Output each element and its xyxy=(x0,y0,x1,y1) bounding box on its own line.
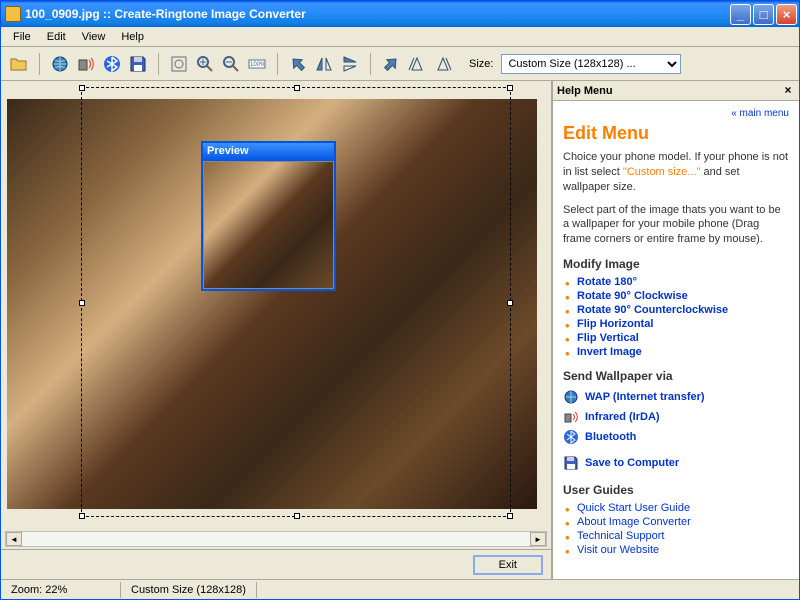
close-button[interactable]: × xyxy=(776,4,797,25)
handle-sw[interactable] xyxy=(79,513,85,519)
handle-e[interactable] xyxy=(507,300,513,306)
zoom-out-icon[interactable] xyxy=(219,52,243,76)
menu-edit[interactable]: Edit xyxy=(39,29,74,45)
toolbar: 100% Size: Custom Size (128x128) ... xyxy=(1,47,799,81)
wap-globe-icon[interactable] xyxy=(48,52,72,76)
disk-icon xyxy=(563,455,579,471)
menubar: File Edit View Help xyxy=(1,27,799,47)
size-label: Size: xyxy=(469,58,493,70)
help-heading: Edit Menu xyxy=(563,123,789,144)
bluetooth-small-icon xyxy=(563,429,579,445)
website-link[interactable]: Visit our Website xyxy=(577,544,659,556)
handle-se[interactable] xyxy=(507,513,513,519)
main-menu-link[interactable]: « main menu xyxy=(731,108,789,119)
skew-h-icon[interactable] xyxy=(405,52,429,76)
preview-image xyxy=(203,161,334,289)
bluetooth-icon[interactable] xyxy=(100,52,124,76)
titlebar[interactable]: 100_0909.jpg :: Create-Ringtone Image Co… xyxy=(1,1,799,27)
open-file-icon[interactable] xyxy=(7,52,31,76)
exit-button[interactable]: Exit xyxy=(473,555,543,575)
flip-v-icon[interactable] xyxy=(338,52,362,76)
h-scrollbar[interactable]: ◄ ► xyxy=(5,531,547,547)
help-panel: Help Menu × « main menu Edit Menu Choice… xyxy=(551,81,799,579)
rotate-right-icon[interactable] xyxy=(379,52,403,76)
help-close-icon[interactable]: × xyxy=(781,84,795,98)
modify-heading: Modify Image xyxy=(563,257,789,271)
bluetooth-link[interactable]: Bluetooth xyxy=(585,431,636,443)
app-icon xyxy=(5,6,21,22)
status-zoom: Zoom: 22% xyxy=(1,582,121,598)
globe-icon xyxy=(563,389,579,405)
irda-icon xyxy=(563,409,579,425)
about-link[interactable]: About Image Converter xyxy=(577,516,691,528)
handle-w[interactable] xyxy=(79,300,85,306)
wap-link[interactable]: WAP (Internet transfer) xyxy=(585,391,705,403)
flip-h-icon[interactable] xyxy=(312,52,336,76)
infrared-icon[interactable] xyxy=(74,52,98,76)
modify-list: Rotate 180° Rotate 90° Clockwise Rotate … xyxy=(563,275,789,359)
zoom-fit-icon[interactable] xyxy=(167,52,191,76)
size-select[interactable]: Custom Size (128x128) ... xyxy=(501,54,681,74)
maximize-button[interactable]: □ xyxy=(753,4,774,25)
menu-view[interactable]: View xyxy=(74,29,114,45)
help-title: Help Menu xyxy=(557,85,613,97)
save-link[interactable]: Save to Computer xyxy=(585,457,679,469)
scroll-left-icon[interactable]: ◄ xyxy=(6,532,22,546)
rotate-90-ccw-link[interactable]: Rotate 90° Counterclockwise xyxy=(577,304,728,316)
rotate-180-link[interactable]: Rotate 180° xyxy=(577,276,637,288)
zoom-in-icon[interactable] xyxy=(193,52,217,76)
flip-horizontal-link[interactable]: Flip Horizontal xyxy=(577,318,653,330)
statusbar: Zoom: 22% Custom Size (128x128) xyxy=(1,579,799,599)
menu-help[interactable]: Help xyxy=(113,29,152,45)
zoom-100-icon[interactable]: 100% xyxy=(245,52,269,76)
canvas-area[interactable]: Preview xyxy=(1,81,551,529)
help-paragraph-2: Select part of the image thats you want … xyxy=(563,203,789,248)
guides-heading: User Guides xyxy=(563,483,789,497)
preview-window[interactable]: Preview xyxy=(201,141,336,291)
rotate-90-cw-link[interactable]: Rotate 90° Clockwise xyxy=(577,290,688,302)
handle-s[interactable] xyxy=(294,513,300,519)
handle-n[interactable] xyxy=(294,85,300,91)
send-heading: Send Wallpaper via xyxy=(563,369,789,383)
window-title: 100_0909.jpg :: Create-Ringtone Image Co… xyxy=(25,7,730,21)
save-icon[interactable] xyxy=(126,52,150,76)
preview-title[interactable]: Preview xyxy=(203,143,334,161)
minimize-button[interactable]: _ xyxy=(730,4,751,25)
quick-start-link[interactable]: Quick Start User Guide xyxy=(577,502,690,514)
menu-file[interactable]: File xyxy=(5,29,39,45)
invert-image-link[interactable]: Invert Image xyxy=(577,346,642,358)
handle-ne[interactable] xyxy=(507,85,513,91)
skew-v-icon[interactable] xyxy=(431,52,455,76)
status-size: Custom Size (128x128) xyxy=(121,582,257,598)
flip-vertical-link[interactable]: Flip Vertical xyxy=(577,332,639,344)
svg-text:100%: 100% xyxy=(250,62,266,68)
rotate-left-icon[interactable] xyxy=(286,52,310,76)
support-link[interactable]: Technical Support xyxy=(577,530,664,542)
scroll-right-icon[interactable]: ► xyxy=(530,532,546,546)
irda-link[interactable]: Infrared (IrDA) xyxy=(585,411,660,423)
help-paragraph-1: Choice your phone model. If your phone i… xyxy=(563,150,789,195)
handle-nw[interactable] xyxy=(79,85,85,91)
